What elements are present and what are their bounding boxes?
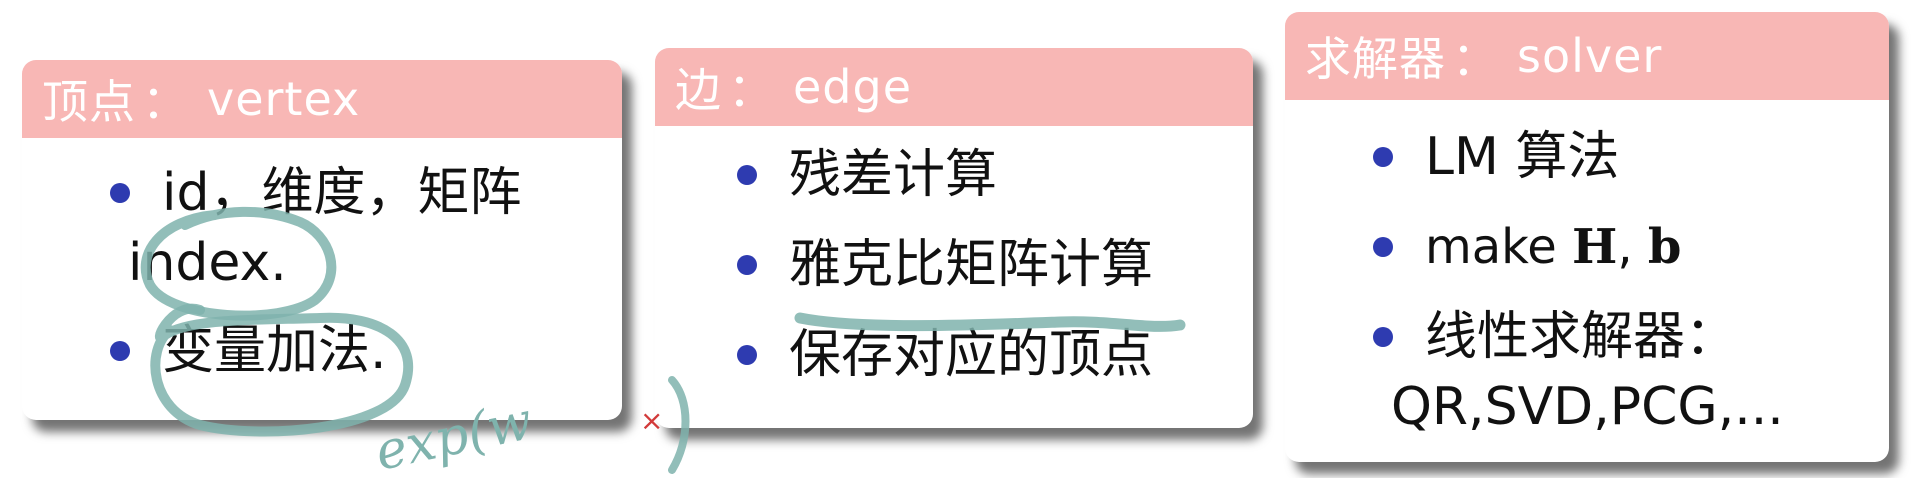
solver-item-2-H: H bbox=[1572, 219, 1618, 275]
solver-title-colon: ： bbox=[1452, 32, 1499, 86]
bullet-icon bbox=[1373, 147, 1393, 167]
solver-title-en: solver bbox=[1517, 29, 1663, 83]
bullet-icon bbox=[110, 183, 130, 203]
list-item: LM 算法 bbox=[1373, 122, 1889, 192]
solver-item-1: LM 算法 bbox=[1425, 127, 1620, 187]
edge-item-1: 残差计算 bbox=[789, 145, 998, 205]
solver-item-2-prefix: make bbox=[1425, 219, 1573, 275]
edge-item-2: 雅克比矩阵计算 bbox=[789, 235, 1154, 295]
edge-title-en: edge bbox=[793, 60, 912, 114]
solver-title-cn: 求解器 bbox=[1305, 32, 1446, 86]
solver-item-2: make H, b bbox=[1373, 212, 1681, 282]
list-item: make H, b bbox=[1373, 212, 1889, 282]
vertex-item-1-line1: id，维度，矩阵 bbox=[162, 163, 522, 223]
list-item: 变量加法. bbox=[110, 316, 622, 386]
edge-item-3: 保存对应的顶点 bbox=[789, 325, 1154, 385]
bullet-icon bbox=[110, 341, 130, 361]
vertex-item-1-line2: index. bbox=[128, 233, 287, 293]
solver-item-2-b: b bbox=[1647, 219, 1682, 275]
vertex-item-2-line1: 变量加法. bbox=[162, 321, 387, 381]
list-item: 雅克比矩阵计算 bbox=[737, 230, 1253, 300]
solver-box: 求解器 ： solver LM 算法 make H, b 线性求解器： QR,S… bbox=[1285, 12, 1889, 462]
list-item: 保存对应的顶点 bbox=[737, 320, 1253, 390]
list-item: 线性求解器： QR,SVD,PCG,... bbox=[1373, 302, 1889, 442]
vertex-title-cn: 顶点 bbox=[42, 75, 136, 129]
solver-box-body: LM 算法 make H, b 线性求解器： QR,SVD,PCG,... bbox=[1285, 100, 1889, 442]
bullet-icon bbox=[1373, 327, 1393, 347]
solver-item-3-line1: 线性求解器： bbox=[1425, 307, 1738, 367]
edge-title-cn: 边 bbox=[675, 63, 722, 117]
edge-box: 边 ： edge 残差计算 雅克比矩阵计算 保存对应的顶点 bbox=[655, 48, 1253, 428]
vertex-box: 顶点 ： vertex id，维度，矩阵 index. 变量加法. bbox=[22, 60, 622, 420]
list-item: id，维度，矩阵 index. bbox=[110, 158, 622, 298]
bullet-icon bbox=[737, 165, 757, 185]
edge-box-body: 残差计算 雅克比矩阵计算 保存对应的顶点 bbox=[655, 126, 1253, 390]
list-item: 残差计算 bbox=[737, 140, 1253, 210]
vertex-box-header: 顶点 ： vertex bbox=[22, 60, 622, 138]
vertex-title-colon: ： bbox=[142, 75, 189, 129]
bullet-icon bbox=[737, 255, 757, 275]
solver-item-2-mid: , bbox=[1617, 219, 1648, 275]
solver-item-3-line2: QR,SVD,PCG,... bbox=[1391, 377, 1784, 437]
bullet-icon bbox=[1373, 237, 1393, 257]
vertex-title-en: vertex bbox=[207, 72, 361, 126]
edge-box-header: 边 ： edge bbox=[655, 48, 1253, 126]
edge-title-colon: ： bbox=[728, 63, 775, 117]
bullet-icon bbox=[737, 345, 757, 365]
solver-box-header: 求解器 ： solver bbox=[1285, 12, 1889, 100]
vertex-box-body: id，维度，矩阵 index. 变量加法. bbox=[22, 138, 622, 386]
